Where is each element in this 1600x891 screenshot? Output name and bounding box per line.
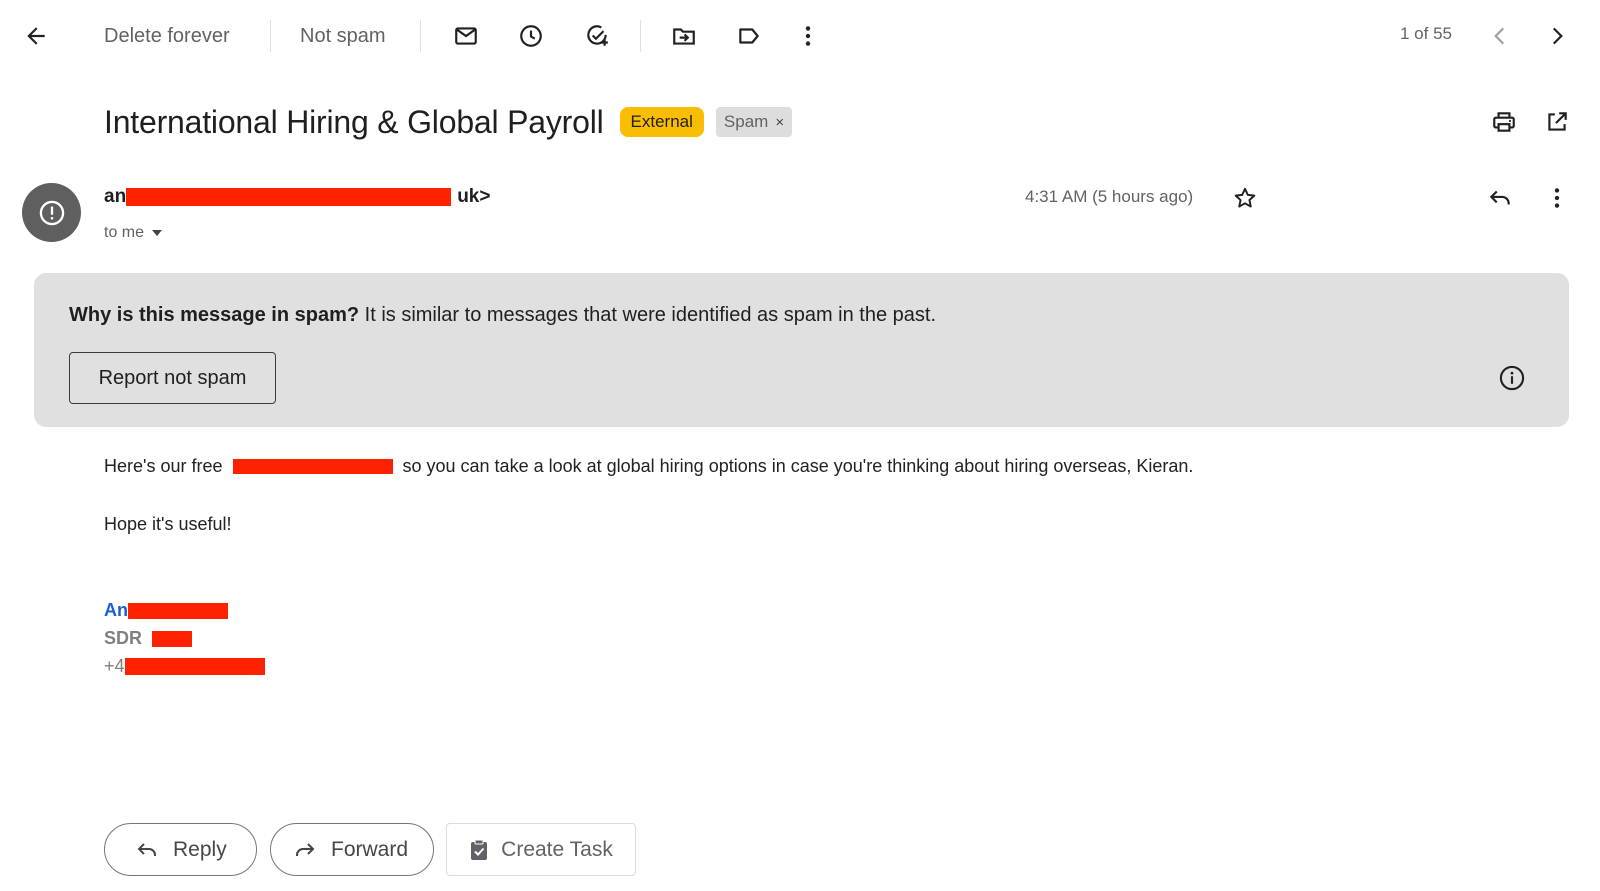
labels-button[interactable] bbox=[729, 16, 769, 56]
caret-down-icon bbox=[152, 230, 163, 236]
newer-button[interactable] bbox=[1480, 16, 1520, 56]
reply-icon bbox=[1489, 190, 1510, 205]
not-spam-button[interactable]: Not spam bbox=[300, 16, 386, 56]
open-new-window-button[interactable] bbox=[1537, 102, 1577, 142]
email-subject: International Hiring & Global Payroll bbox=[104, 103, 604, 140]
remove-label-icon[interactable]: × bbox=[775, 114, 784, 131]
create-task-label: Create Task bbox=[501, 837, 613, 861]
create-task-button[interactable]: Create Task bbox=[446, 823, 636, 876]
body-paragraph-2: Hope it's useful! bbox=[104, 514, 232, 534]
spam-label-text: Spam bbox=[723, 112, 769, 131]
forward-label: Forward bbox=[331, 837, 409, 861]
recipient-label: to me bbox=[104, 224, 145, 241]
chevron-right-icon bbox=[1552, 27, 1563, 45]
signature-title-text: SDR bbox=[104, 628, 143, 648]
redaction-bar bbox=[152, 630, 193, 647]
redaction-bar bbox=[126, 188, 452, 206]
reply-label: Reply bbox=[173, 837, 227, 861]
toolbar-divider bbox=[640, 20, 641, 52]
open-in-new-icon bbox=[1548, 112, 1567, 131]
body-paragraph-1: Here's our free so you can take a look a… bbox=[104, 456, 1193, 477]
print-icon bbox=[1493, 112, 1515, 132]
body-text-suffix: so you can take a look at global hiring … bbox=[402, 456, 1194, 476]
sender-suffix: uk> bbox=[457, 186, 491, 207]
spam-question: Why is this message in spam? bbox=[69, 304, 360, 326]
reply-action-button[interactable]: Reply bbox=[104, 823, 257, 876]
more-vert-icon bbox=[805, 26, 811, 46]
info-icon[interactable] bbox=[1498, 364, 1526, 392]
report-not-spam-button[interactable]: Report not spam bbox=[69, 352, 276, 404]
toolbar: Delete forever Not spam 1 of 55 bbox=[0, 0, 1600, 72]
forward-icon bbox=[296, 842, 315, 856]
message-more-button[interactable] bbox=[1537, 178, 1577, 218]
more-vert-icon bbox=[1554, 188, 1560, 208]
move-to-icon bbox=[673, 28, 695, 45]
redaction-bar bbox=[124, 658, 265, 675]
star-button[interactable] bbox=[1225, 178, 1265, 218]
older-button[interactable] bbox=[1537, 16, 1577, 56]
body-text-prefix: Here's our free bbox=[104, 456, 223, 476]
snooze-button[interactable] bbox=[511, 16, 551, 56]
signature-phone: +4 bbox=[104, 656, 265, 677]
pagination-count: 1 of 55 bbox=[1400, 24, 1452, 43]
move-to-button[interactable] bbox=[664, 16, 704, 56]
clipboard-check-icon bbox=[471, 839, 488, 860]
mail-icon bbox=[455, 27, 477, 45]
signature-title: SDR bbox=[104, 628, 193, 649]
chevron-left-icon bbox=[1494, 27, 1505, 45]
signature-name: An bbox=[104, 600, 228, 621]
reply-button[interactable] bbox=[1480, 178, 1520, 218]
star-icon bbox=[1234, 187, 1256, 208]
toolbar-divider bbox=[270, 20, 271, 52]
delete-forever-button[interactable]: Delete forever bbox=[104, 16, 230, 56]
spam-label-chip: Spam × bbox=[715, 107, 793, 137]
redacted-link[interactable] bbox=[232, 459, 393, 474]
mark-unread-button[interactable] bbox=[446, 16, 486, 56]
sender-prefix: an bbox=[104, 186, 127, 207]
external-badge: External bbox=[619, 107, 704, 137]
spam-warning-banner: Why is this message in spam? It is simil… bbox=[34, 273, 1569, 427]
signature-name-text: An bbox=[104, 600, 128, 620]
arrow-left-icon bbox=[27, 27, 45, 45]
spam-reason: It is similar to messages that were iden… bbox=[359, 304, 937, 326]
forward-action-button[interactable]: Forward bbox=[270, 823, 434, 876]
toolbar-divider bbox=[420, 20, 421, 52]
alert-icon bbox=[39, 200, 64, 225]
print-all-button[interactable] bbox=[1484, 102, 1524, 142]
sender-avatar bbox=[22, 183, 81, 242]
spam-explanation: Why is this message in spam? It is simil… bbox=[69, 304, 936, 327]
more-button[interactable] bbox=[788, 16, 828, 56]
back-button[interactable] bbox=[16, 16, 56, 56]
add-to-tasks-button[interactable] bbox=[577, 16, 617, 56]
add-task-icon bbox=[587, 25, 608, 46]
reply-icon bbox=[137, 842, 156, 856]
recipient-details-toggle[interactable]: to me bbox=[104, 224, 163, 242]
sender-address: an uk> bbox=[104, 185, 490, 209]
redaction-bar bbox=[128, 602, 228, 619]
message-timestamp: 4:31 AM (5 hours ago) bbox=[1025, 187, 1194, 206]
snooze-clock-icon bbox=[520, 25, 542, 47]
signature-phone-text: +4 bbox=[104, 656, 125, 676]
label-icon bbox=[739, 28, 759, 44]
subject-row: International Hiring & Global Payroll Ex… bbox=[104, 100, 793, 144]
